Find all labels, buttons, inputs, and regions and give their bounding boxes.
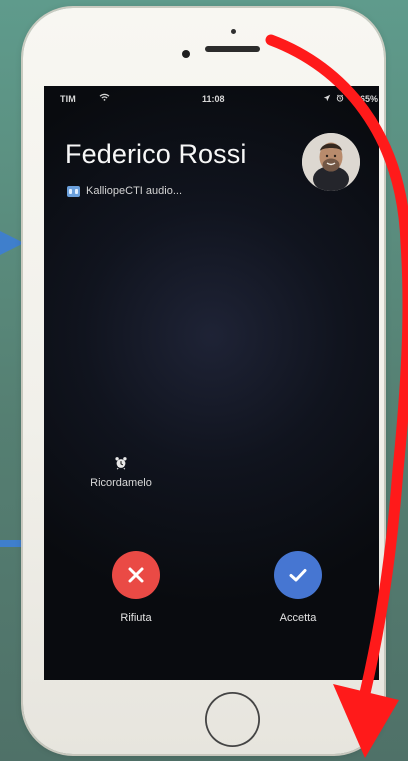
remind-me-label: Ricordamelo [90, 477, 152, 489]
incoming-call-screen: TIM 11:08 65% Federico Rossi KalliopeCTI… [44, 86, 379, 680]
wifi-icon [99, 93, 110, 101]
arrow-line-icon [0, 540, 24, 547]
accept-button[interactable] [274, 551, 322, 599]
remind-me-action[interactable]: Ricordamelo [77, 456, 165, 489]
call-source: KalliopeCTI audio... [67, 183, 182, 199]
check-icon [289, 569, 307, 582]
earpiece-speaker [205, 46, 260, 52]
home-button[interactable] [205, 692, 260, 747]
battery-percentage: 65% [360, 94, 379, 104]
reject-call-action[interactable]: Rifiuta [96, 551, 176, 624]
status-bar: TIM 11:08 65% [44, 86, 379, 110]
bluetooth-icon [349, 93, 356, 103]
caller-name: Federico Rossi [65, 139, 247, 169]
alarm-icon [336, 94, 344, 102]
caller-avatar [302, 133, 360, 191]
avatar-photo [302, 133, 360, 191]
close-icon [128, 567, 144, 583]
app-icon [67, 185, 80, 197]
top-dot [231, 29, 236, 34]
carrier-label: TIM [60, 94, 76, 104]
accept-call-action[interactable]: Accetta [258, 551, 338, 624]
reject-button[interactable] [112, 551, 160, 599]
accept-label: Accetta [279, 612, 317, 624]
status-time: 11:08 [202, 94, 225, 104]
app-name: KalliopeCTI audio... [86, 185, 182, 197]
front-camera [182, 50, 190, 58]
alarm-clock-icon [115, 457, 127, 470]
reject-label: Rifiuta [120, 612, 152, 624]
location-icon [323, 94, 331, 102]
